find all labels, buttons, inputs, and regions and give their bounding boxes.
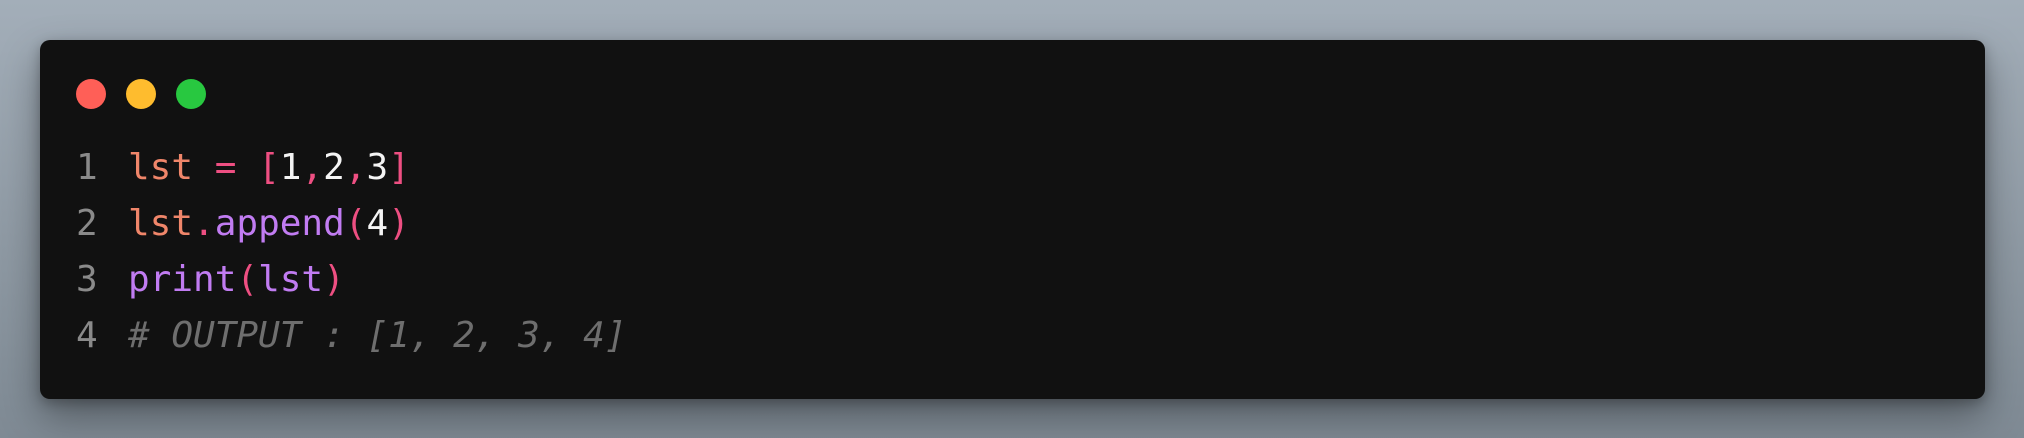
code-token: 2 (323, 147, 345, 188)
code-token: [ (258, 147, 280, 188)
code-token: ) (388, 203, 410, 244)
code-token: lst (128, 147, 194, 188)
code-line-3: 3 print(lst) (76, 252, 1955, 308)
code-token: lst (128, 203, 194, 244)
code-line-1: 1 lst = [1, 2, 3] (76, 140, 1955, 196)
code-token: 1 (279, 147, 302, 188)
close-button[interactable] (76, 79, 106, 109)
line-number: 2 (76, 203, 98, 244)
code-token: = (214, 147, 237, 188)
code-token: ] (388, 147, 410, 188)
code-line-2: 2 lst. append(4) (76, 196, 1955, 252)
maximize-button[interactable] (176, 79, 206, 109)
code-token: ) (323, 259, 345, 300)
code-token: ( (344, 203, 367, 244)
line-number: 1 (76, 147, 98, 188)
code-token: , (344, 147, 367, 188)
line-number: 3 (76, 259, 98, 300)
code-block: 1 lst = [1, 2, 3] 2 lst. append(4) 3 print(… (76, 140, 1955, 364)
code-token: append (214, 203, 345, 244)
code-token: , (301, 147, 324, 188)
code-line-4: 4 # OUTPUT : [1, 2, 3, 4] (76, 308, 1955, 364)
window-controls (76, 79, 206, 109)
code-comment: # OUTPUT : [1, 2, 3, 4] (128, 315, 627, 356)
code-token: ( (236, 259, 259, 300)
line-number: 4 (76, 315, 98, 356)
code-token: 4 (366, 203, 389, 244)
code-token: print (128, 259, 237, 300)
code-window: 1 lst = [1, 2, 3] 2 lst. append(4) 3 print(… (40, 40, 1985, 399)
code-token: . (193, 203, 215, 244)
code-token: lst (258, 259, 324, 300)
minimize-button[interactable] (126, 79, 156, 109)
code-token: 3 (366, 147, 389, 188)
